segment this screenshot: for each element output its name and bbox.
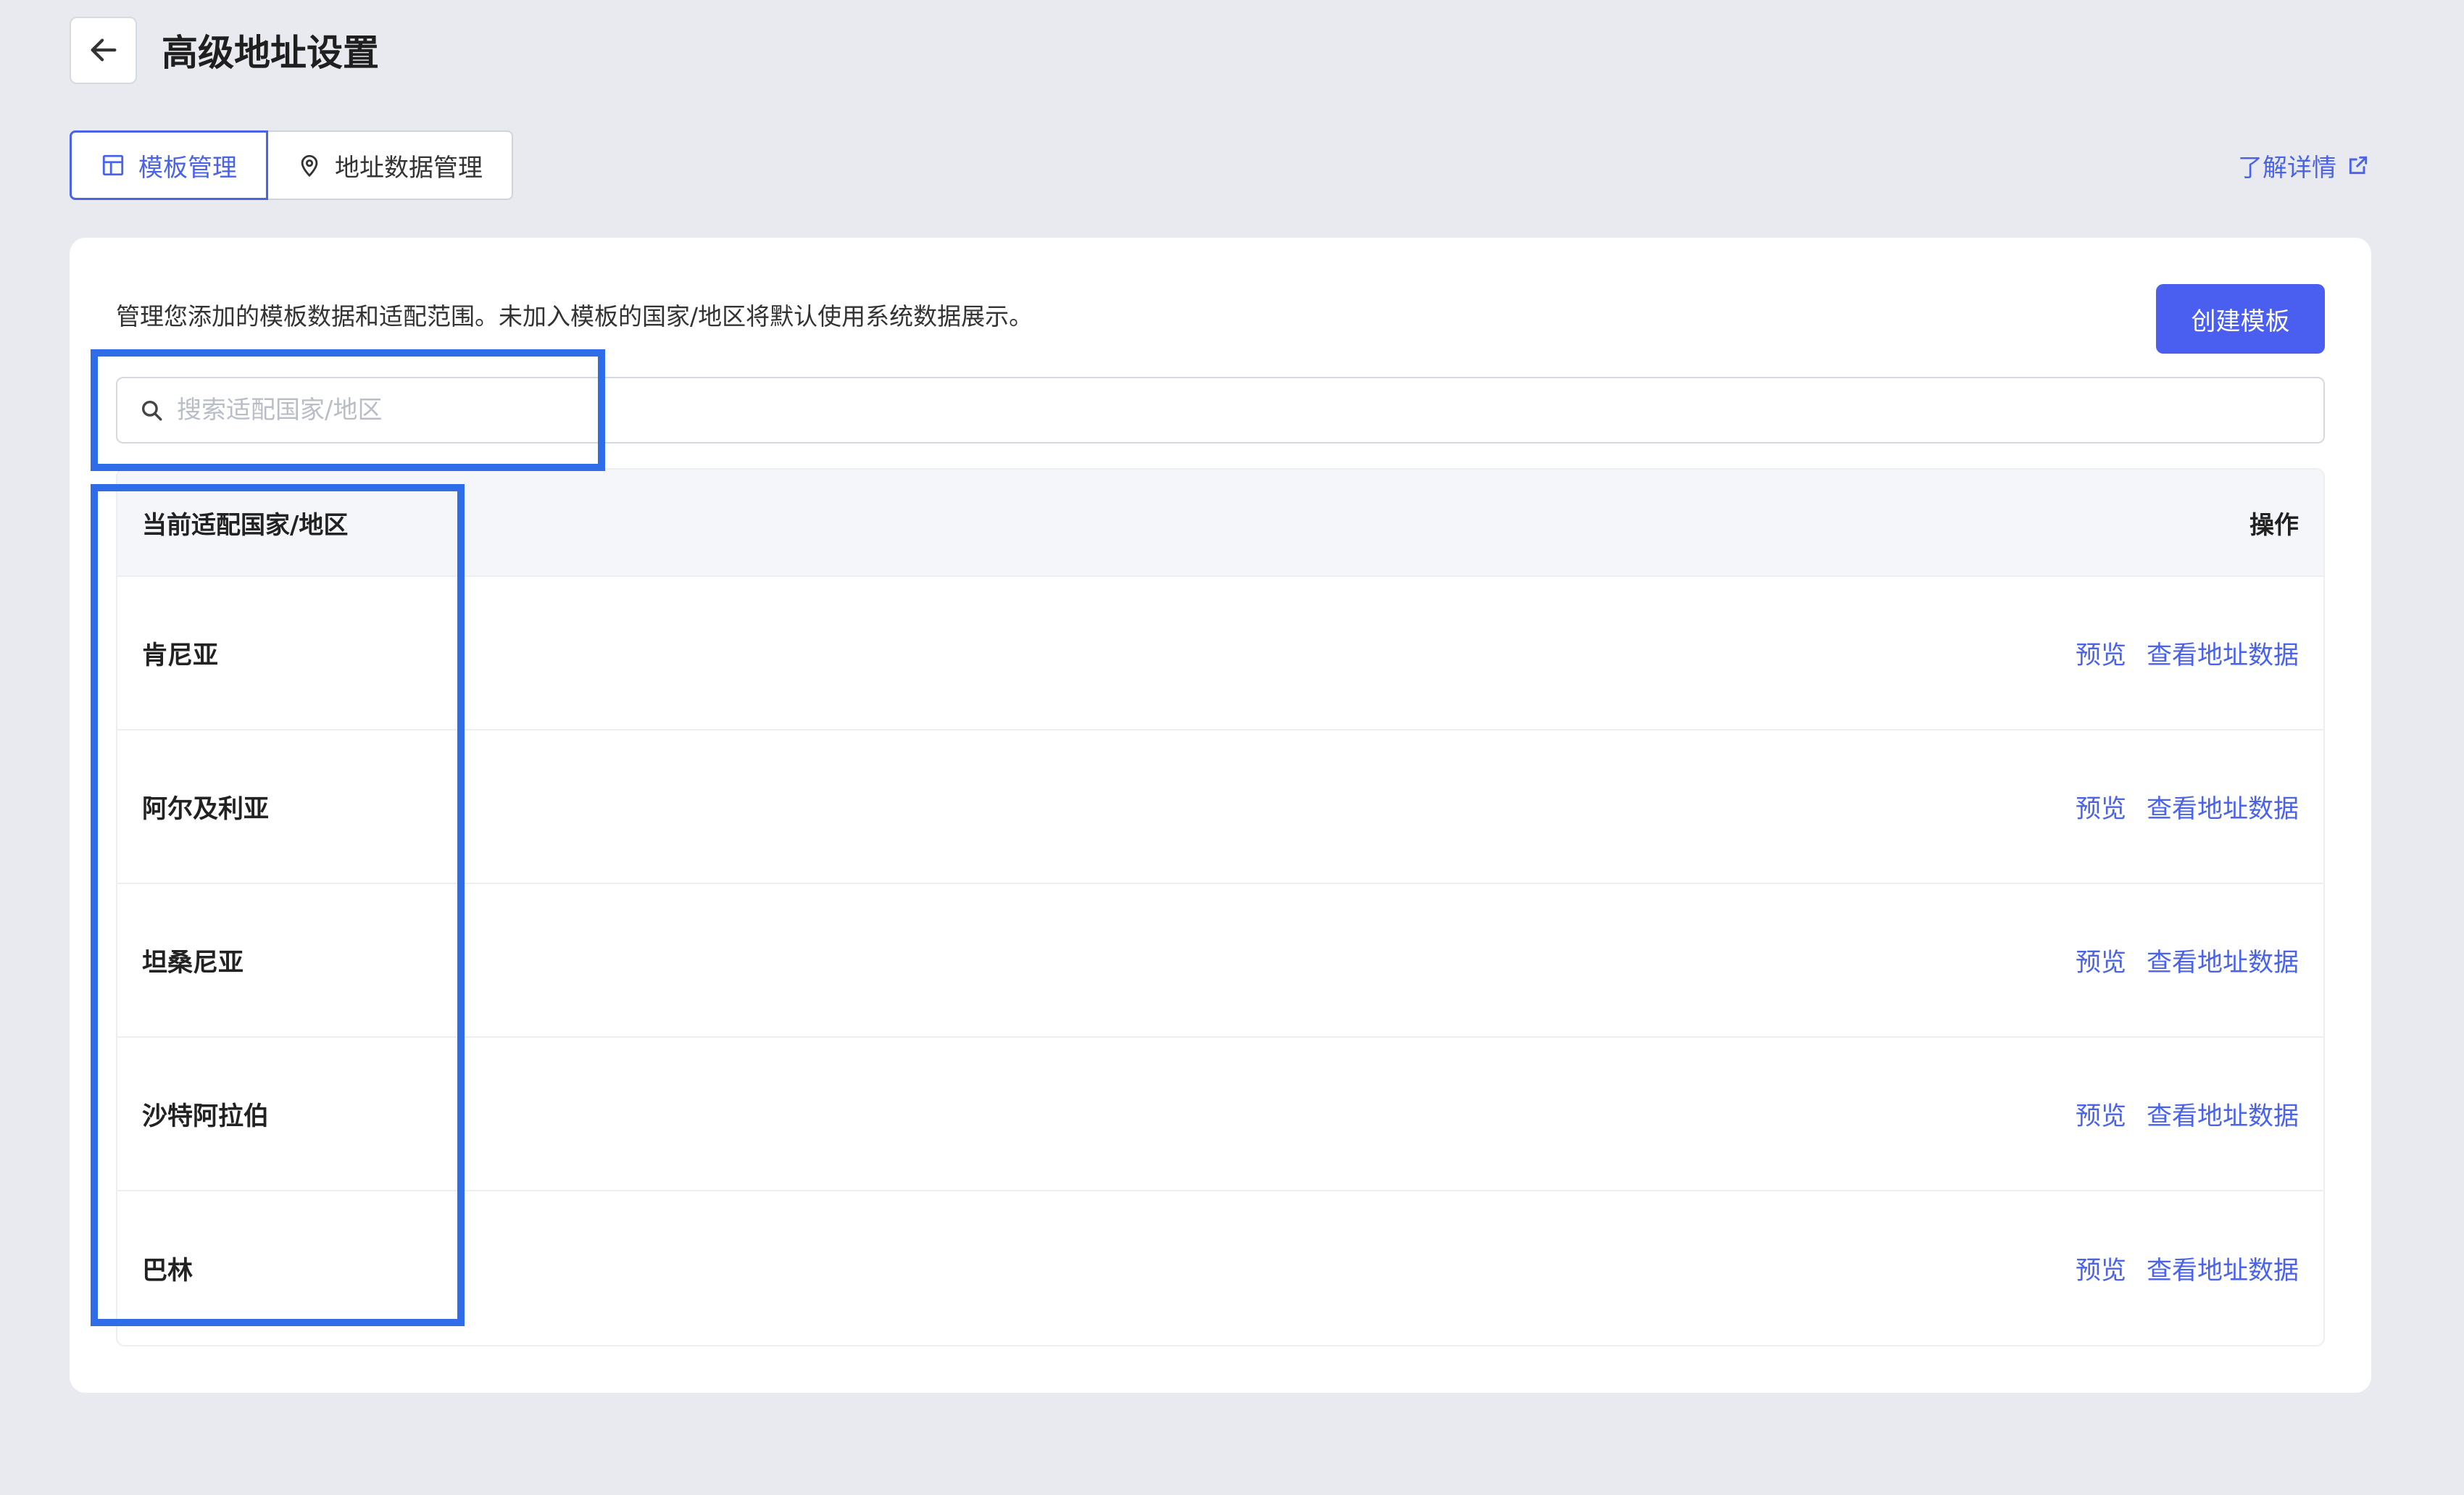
country-name: 沙特阿拉伯 [142,1102,270,1131]
tab-label: 模板管理 [138,153,237,183]
column-header-actions: 操作 [2249,510,2299,540]
tab-address-data-management[interactable]: 地址数据管理 [268,130,513,200]
search-box [116,377,2325,443]
tab-bar: 模板管理 地址数据管理 [70,130,513,200]
view-address-data-link[interactable]: 查看地址数据 [2147,1096,2299,1133]
description-text: 管理您添加的模板数据和适配范围。未加入模板的国家/地区将默认使用系统数据展示。 [116,302,1033,330]
tab-template-management[interactable]: 模板管理 [70,130,268,200]
country-table: 当前适配国家/地区 操作 肯尼亚 预览 查看地址数据 阿尔及利亚 预览 查看地址… [116,468,2325,1346]
template-card: 管理您添加的模板数据和适配范围。未加入模板的国家/地区将默认使用系统数据展示。 … [70,238,2371,1393]
preview-link[interactable]: 预览 [2076,1096,2126,1133]
country-name: 坦桑尼亚 [142,948,244,978]
table-row: 阿尔及利亚 预览 查看地址数据 [117,730,2323,884]
external-link-icon [2349,156,2368,175]
search-icon [141,400,162,421]
table-row: 肯尼亚 预览 查看地址数据 [117,577,2323,730]
page-header: 高级地址设置 [70,16,379,84]
template-icon [102,154,124,176]
view-address-data-link[interactable]: 查看地址数据 [2147,1250,2299,1287]
page-title: 高级地址设置 [162,32,379,74]
preview-link[interactable]: 预览 [2076,635,2126,672]
country-name: 肯尼亚 [142,641,219,670]
country-name: 阿尔及利亚 [142,794,270,824]
create-template-button[interactable]: 创建模板 [2156,284,2325,354]
search-input[interactable] [177,396,2206,425]
column-header-country: 当前适配国家/地区 [142,510,349,540]
learn-more-label: 了解详情 [2238,153,2336,183]
table-row: 坦桑尼亚 预览 查看地址数据 [117,884,2323,1038]
country-name: 巴林 [142,1256,193,1286]
location-pin-icon [301,154,318,178]
view-address-data-link[interactable]: 查看地址数据 [2147,788,2299,825]
preview-link[interactable]: 预览 [2076,788,2126,825]
table-row: 巴林 预览 查看地址数据 [117,1191,2323,1345]
preview-link[interactable]: 预览 [2076,1250,2126,1287]
arrow-left-icon [91,38,116,62]
learn-more-link[interactable]: 了解详情 [2238,148,2370,183]
table-row: 沙特阿拉伯 预览 查看地址数据 [117,1038,2323,1191]
view-address-data-link[interactable]: 查看地址数据 [2147,942,2299,979]
tab-label: 地址数据管理 [335,153,483,183]
back-button[interactable] [70,16,137,84]
view-address-data-link[interactable]: 查看地址数据 [2147,635,2299,672]
preview-link[interactable]: 预览 [2076,942,2126,979]
table-header: 当前适配国家/地区 操作 [117,470,2323,577]
